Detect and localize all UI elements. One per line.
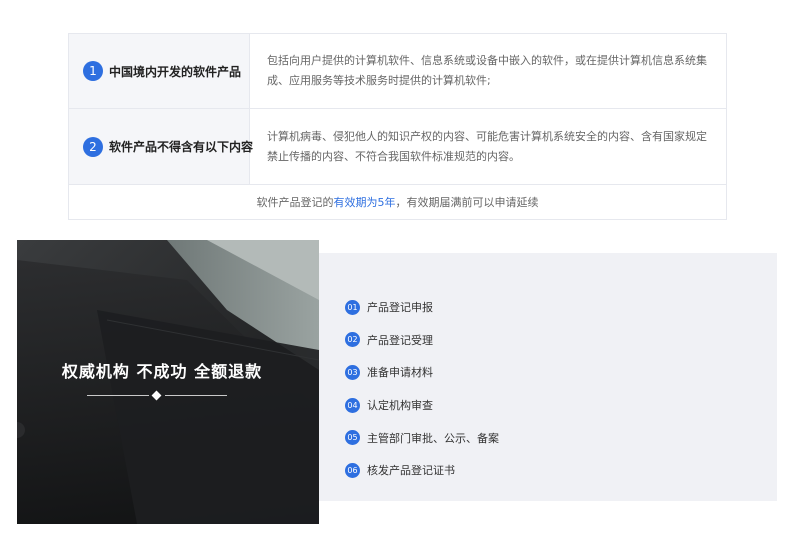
row-description: 包括向用户提供的计算机软件、信息系统或设备中嵌入的软件，或在提供计算机信息系统集… [267,54,707,87]
step-label: 产品登记受理 [367,333,433,347]
step-number-badge: 03 [345,364,360,380]
step-label: 认定机构审查 [367,399,433,413]
step-number-badge: 05 [345,430,360,446]
photo-panel: 权威机构 不成功 全额退款 [17,240,319,524]
step-item: 05 主管部门审批、公示、备案 [345,421,499,454]
step-list: 01 产品登记申报 02 产品登记受理 03 准备申请材料 04 认定机构审查 … [345,291,499,487]
note-highlight: 有效期为5年 [333,196,396,209]
step-item: 02 产品登记受理 [345,324,499,357]
number-badge: 2 [83,136,103,157]
step-number-badge: 04 [345,397,360,413]
row-description: 计算机病毒、侵犯他人的知识产权的内容、可能危害计算机系统安全的内容、含有国家规定… [267,129,707,163]
number-badge: 1 [83,61,103,81]
note-text: ，有效期届满前可以申请延续 [395,196,539,209]
step-label: 准备申请材料 [367,366,433,380]
row-label-text: 中国境内开发的软件产品 [109,64,242,79]
dark-paper-background [17,240,319,524]
info-row: 1 中国境内开发的软件产品 包括向用户提供的计算机软件、信息系统或设备中嵌入的软… [69,34,726,109]
photo-title: 权威机构 不成功 全额退款 [61,362,263,381]
info-row: 2 软件产品不得含有以下内容 计算机病毒、侵犯他人的知识产权的内容、可能危害计算… [69,109,726,185]
step-number-badge: 01 [345,299,360,315]
note-text: 软件产品登记的 [256,196,334,209]
row-label-text: 软件产品不得含有以下内容 [109,140,254,154]
diamond-icon [151,390,162,401]
validity-note: 软件产品登记的 有效期为5年 ，有效期届满前可以申请延续 [69,185,726,219]
step-item: 01 产品登记申报 [345,291,499,324]
step-number-badge: 02 [345,332,360,348]
steps-panel: 01 产品登记申报 02 产品登记受理 03 准备申请材料 04 认定机构审查 … [319,253,777,501]
info-table: 1 中国境内开发的软件产品 包括向用户提供的计算机软件、信息系统或设备中嵌入的软… [68,33,727,220]
step-label: 产品登记申报 [367,301,433,315]
step-item: 03 准备申请材料 [345,356,499,389]
step-label: 主管部门审批、公示、备案 [367,431,499,445]
step-item: 04 认定机构审查 [345,389,499,422]
step-label: 核发产品登记证书 [367,464,455,478]
step-number-badge: 06 [345,462,360,478]
title-divider [87,390,227,402]
step-item: 06 核发产品登记证书 [345,454,499,487]
row-label: 1 中国境内开发的软件产品 [69,34,250,108]
row-label: 2 软件产品不得含有以下内容 [69,109,254,184]
